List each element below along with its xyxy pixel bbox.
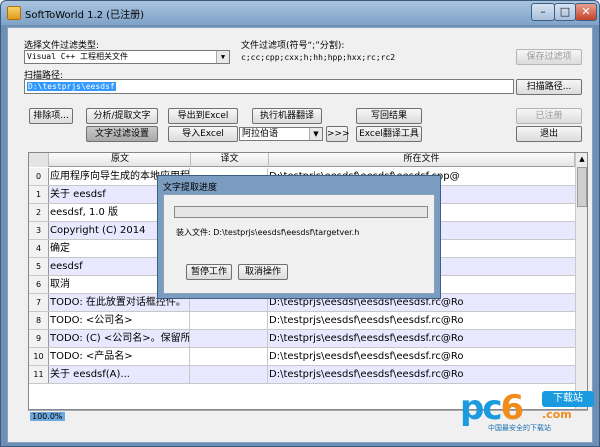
row-number: 8 xyxy=(29,312,49,329)
analyze-button[interactable]: 分析/提取文字 xyxy=(86,108,158,124)
vertical-scrollbar[interactable]: ▲ ▼ xyxy=(575,153,587,409)
grid-corner xyxy=(29,153,49,167)
window-title: SoftToWorld 1.2 (已注册) xyxy=(25,10,144,21)
scrollbar-thumb[interactable] xyxy=(577,167,587,207)
source-text-cell[interactable]: TODO: <产品名> xyxy=(50,348,190,365)
brand-slogan: 中国最安全的下载站 xyxy=(488,424,551,432)
scroll-up-icon[interactable]: ▲ xyxy=(576,153,587,165)
column-header-source[interactable]: 原文 xyxy=(50,153,191,167)
file-cell[interactable]: D:\testprjs\eesdsf\eesdsf\eesdsf.rc@Ro xyxy=(269,348,475,365)
progress-bar xyxy=(174,206,428,218)
translation-cell[interactable] xyxy=(191,366,268,383)
text-filter-settings-button[interactable]: 文字过滤设置 xyxy=(86,126,158,142)
machine-translate-button[interactable]: 执行机器翻译 xyxy=(252,108,322,124)
translation-cell[interactable] xyxy=(191,348,268,365)
table-row[interactable]: 8 TODO: <公司名> D:\testprjs\eesdsf\eesdsf\ee… xyxy=(29,312,587,330)
cancel-button[interactable]: 取消操作 xyxy=(238,264,288,280)
title-bar[interactable]: SoftToWorld 1.2 (已注册) – □ ✕ xyxy=(1,1,599,25)
row-number: 3 xyxy=(29,222,49,239)
app-window: SoftToWorld 1.2 (已注册) – □ ✕ 选择文件过滤类型: Vi… xyxy=(0,0,600,447)
close-button[interactable]: ✕ xyxy=(575,3,597,21)
chevron-down-icon: ▼ xyxy=(216,51,229,63)
filter-type-select[interactable]: Visual C++ 工程相关文件 ▼ xyxy=(24,50,230,64)
write-result-button[interactable]: 写回结果 xyxy=(356,108,422,124)
filter-type-value: Visual C++ 工程相关文件 xyxy=(27,52,128,61)
row-number: 2 xyxy=(29,204,49,221)
exclude-button[interactable]: 排除项... xyxy=(29,108,73,124)
row-number: 10 xyxy=(29,348,49,365)
loading-file-label: 装入文件: D:\testprjs\eesdsf\eesdsf\targetve… xyxy=(176,228,360,237)
chevron-down-icon: ▼ xyxy=(309,128,322,140)
language-value: 阿拉伯语 xyxy=(242,129,279,139)
column-header-translation[interactable]: 译文 xyxy=(191,153,269,167)
brand-logo: pc6 xyxy=(460,388,524,428)
registered-button[interactable]: 已注册 xyxy=(516,108,582,124)
row-number: 9 xyxy=(29,330,49,347)
file-cell[interactable]: D:\testprjs\eesdsf\eesdsf\eesdsf.rc@Ro xyxy=(269,330,475,347)
maximize-button[interactable]: □ xyxy=(554,3,576,21)
translation-cell[interactable] xyxy=(191,330,268,347)
dialog-body: 装入文件: D:\testprjs\eesdsf\eesdsf\targetve… xyxy=(163,194,435,294)
source-text-cell[interactable]: TODO: <公司名> xyxy=(50,312,190,329)
scan-path-value: D:\testprjs\eesdsf xyxy=(27,82,116,91)
table-row[interactable]: 9TODO: (C) <公司名>。保留所有权利。 D:\testprjs\eesd… xyxy=(29,330,587,348)
filter-ext-field[interactable]: c;cc;cpp;cxx;h;hh;hpp;hxx;rc;rc2 xyxy=(241,53,395,62)
brand-badge: 下载站 xyxy=(542,391,594,407)
row-number: 0 xyxy=(29,168,49,185)
arrow-button[interactable]: >>> xyxy=(326,126,350,142)
translation-cell[interactable] xyxy=(191,312,268,329)
column-header-file[interactable]: 所在文件 xyxy=(269,153,575,167)
row-number: 11 xyxy=(29,366,49,383)
import-excel-button[interactable]: 导入Excel xyxy=(168,126,238,142)
row-number: 6 xyxy=(29,276,49,293)
exit-button[interactable]: 退出 xyxy=(516,126,582,142)
row-number: 1 xyxy=(29,186,49,203)
file-cell[interactable]: D:\testprjs\eesdsf\eesdsf\eesdsf.rc@Ro xyxy=(269,366,475,383)
brand-domain: .com xyxy=(542,408,572,421)
file-cell[interactable]: D:\testprjs\eesdsf\eesdsf\eesdsf.rc@Ro xyxy=(269,312,475,329)
row-number: 4 xyxy=(29,240,49,257)
minimize-button[interactable]: – xyxy=(531,3,555,21)
source-text-cell[interactable]: TODO: (C) <公司名>。保留所有权利。 xyxy=(50,330,190,347)
progress-dialog[interactable]: 文字提取进度 装入文件: D:\testprjs\eesdsf\eesdsf\t… xyxy=(157,175,441,299)
filter-ext-label: 文件过滤项(符号“;”分割): xyxy=(241,41,345,51)
pc6-watermark-logo: pc6 下载站 .com 中国最安全的下载站 xyxy=(456,388,599,432)
zoom-indicator: 100.0% xyxy=(30,412,65,421)
table-row[interactable]: 10 TODO: <产品名> D:\testprjs\eesdsf\eesdsf\e… xyxy=(29,348,587,366)
row-number: 7 xyxy=(29,294,49,311)
scan-path-button[interactable]: 扫描路径... xyxy=(516,79,582,95)
grid-header: 原文 译文 所在文件 xyxy=(29,153,587,167)
excel-translate-tool-button[interactable]: Excel翻译工具 xyxy=(356,126,422,142)
save-filter-button[interactable]: 保存过滤项 xyxy=(516,49,582,65)
source-text-cell[interactable]: 关于 eesdsf(A)... xyxy=(50,366,190,383)
export-excel-button[interactable]: 导出到Excel xyxy=(168,108,238,124)
dialog-title: 文字提取进度 xyxy=(163,183,218,193)
row-number: 5 xyxy=(29,258,49,275)
app-icon xyxy=(7,6,21,20)
table-row[interactable]: 11 关于 eesdsf(A)... D:\testprjs\eesdsf\eesd… xyxy=(29,366,587,384)
language-select[interactable]: 阿拉伯语 ▼ xyxy=(239,127,323,141)
pause-button[interactable]: 暂停工作 xyxy=(186,264,232,280)
scan-path-input[interactable]: D:\testprjs\eesdsf xyxy=(24,79,514,94)
